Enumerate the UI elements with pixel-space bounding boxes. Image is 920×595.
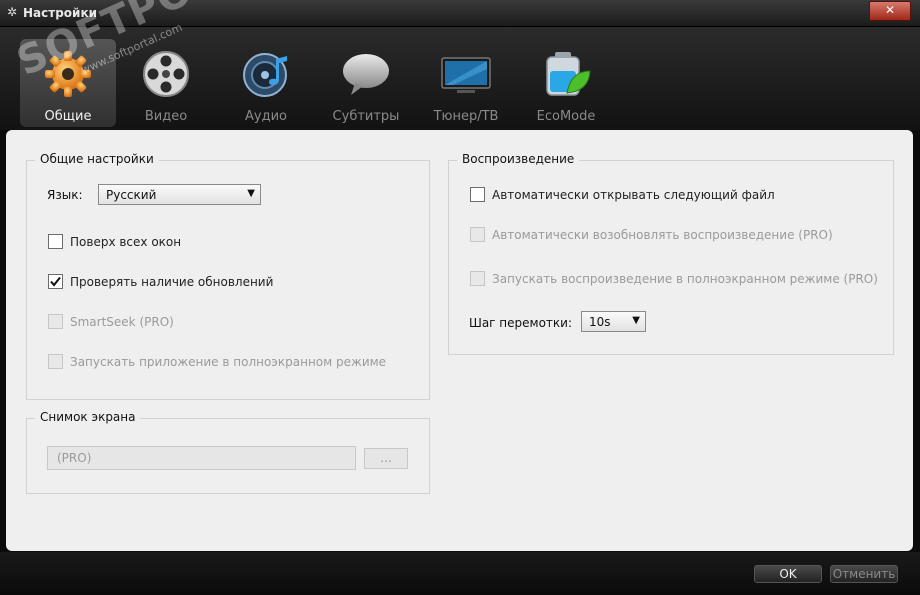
audio-speaker-icon bbox=[243, 53, 287, 97]
gear-icon bbox=[45, 51, 91, 97]
chevron-down-icon: ▼ bbox=[632, 315, 640, 326]
screenshot-path-value: (PRO) bbox=[57, 451, 92, 465]
tab-audio[interactable]: Аудио bbox=[218, 39, 314, 127]
tab-general-label: Общие bbox=[44, 109, 92, 124]
settings-panel: Общие настройки Язык: Русский ▼ Поверх в… bbox=[6, 130, 913, 551]
tab-general[interactable]: Общие bbox=[20, 39, 116, 127]
tv-icon bbox=[441, 57, 491, 93]
tab-audio-label: Аудио bbox=[245, 109, 287, 124]
seek-step-label: Шаг перемотки: bbox=[469, 316, 573, 330]
tab-video[interactable]: Видео bbox=[118, 39, 214, 127]
language-label: Язык: bbox=[47, 188, 83, 202]
ontop-checkbox[interactable] bbox=[48, 234, 63, 249]
seek-step-value: 10s bbox=[589, 315, 611, 329]
browse-button[interactable]: ... bbox=[364, 448, 408, 469]
window-title: Настройки bbox=[23, 6, 98, 20]
screenshot-group: Снимок экрана (PRO) ... bbox=[26, 410, 430, 494]
language-value: Русский bbox=[106, 188, 157, 202]
film-reel-icon bbox=[143, 51, 189, 97]
updates-label: Проверять наличие обновлений bbox=[70, 275, 274, 289]
tab-ecomode[interactable]: EcoMode bbox=[518, 39, 614, 127]
fullscreen-app-checkbox[interactable] bbox=[48, 354, 63, 369]
fullscreen-play-label: Запускать воспроизведение в полноэкранно… bbox=[492, 272, 878, 286]
autoresume-label: Автоматически возобновлять воспроизведен… bbox=[492, 228, 833, 242]
autonext-label: Автоматически открывать следующий файл bbox=[492, 188, 775, 202]
smartseek-checkbox[interactable] bbox=[48, 314, 63, 329]
tab-tuner-tv-label: Тюнер/ТВ bbox=[433, 109, 499, 124]
smartseek-label: SmartSeek (PRO) bbox=[70, 315, 174, 329]
settings-gear-icon: ✲ bbox=[7, 5, 18, 19]
playback-title: Воспроизведение bbox=[457, 152, 580, 166]
playback-group: Воспроизведение Автоматически открывать … bbox=[448, 152, 894, 355]
fullscreen-play-checkbox[interactable] bbox=[470, 271, 485, 286]
tab-subtitles[interactable]: Субтитры bbox=[318, 39, 414, 127]
speech-bubble-icon bbox=[343, 54, 389, 95]
tab-video-label: Видео bbox=[144, 109, 188, 124]
fullscreen-app-label: Запускать приложение в полноэкранном реж… bbox=[70, 355, 387, 369]
screenshot-path-field[interactable]: (PRO) bbox=[47, 446, 356, 470]
dialog-footer: OK Отменить bbox=[0, 552, 920, 595]
general-settings-group: Общие настройки Язык: Русский ▼ Поверх в… bbox=[26, 152, 430, 400]
autoresume-checkbox[interactable] bbox=[470, 227, 485, 242]
language-select[interactable]: Русский ▼ bbox=[98, 184, 261, 205]
general-settings-title: Общие настройки bbox=[35, 152, 159, 166]
autonext-checkbox[interactable] bbox=[470, 187, 485, 202]
ontop-label: Поверх всех окон bbox=[70, 235, 182, 249]
updates-checkbox[interactable] bbox=[48, 274, 63, 289]
close-button[interactable]: ✕ bbox=[869, 1, 911, 21]
screenshot-title: Снимок экрана bbox=[35, 410, 141, 424]
title-bar: ✲ Настройки ✕ bbox=[0, 0, 920, 27]
tab-ecomode-label: EcoMode bbox=[536, 109, 596, 124]
seek-step-select[interactable]: 10s ▼ bbox=[581, 311, 646, 332]
ok-button[interactable]: OK bbox=[754, 565, 822, 583]
cancel-button[interactable]: Отменить bbox=[830, 565, 898, 583]
eco-battery-icon bbox=[546, 52, 591, 96]
checkmark-icon bbox=[50, 276, 61, 287]
tab-tuner-tv[interactable]: Тюнер/ТВ bbox=[418, 39, 514, 127]
tab-subtitles-label: Субтитры bbox=[332, 109, 400, 124]
category-toolbar: Общие Видео Аудио Субтитры Тюнер/ТВ EcoM… bbox=[0, 27, 920, 130]
chevron-down-icon: ▼ bbox=[247, 188, 255, 199]
